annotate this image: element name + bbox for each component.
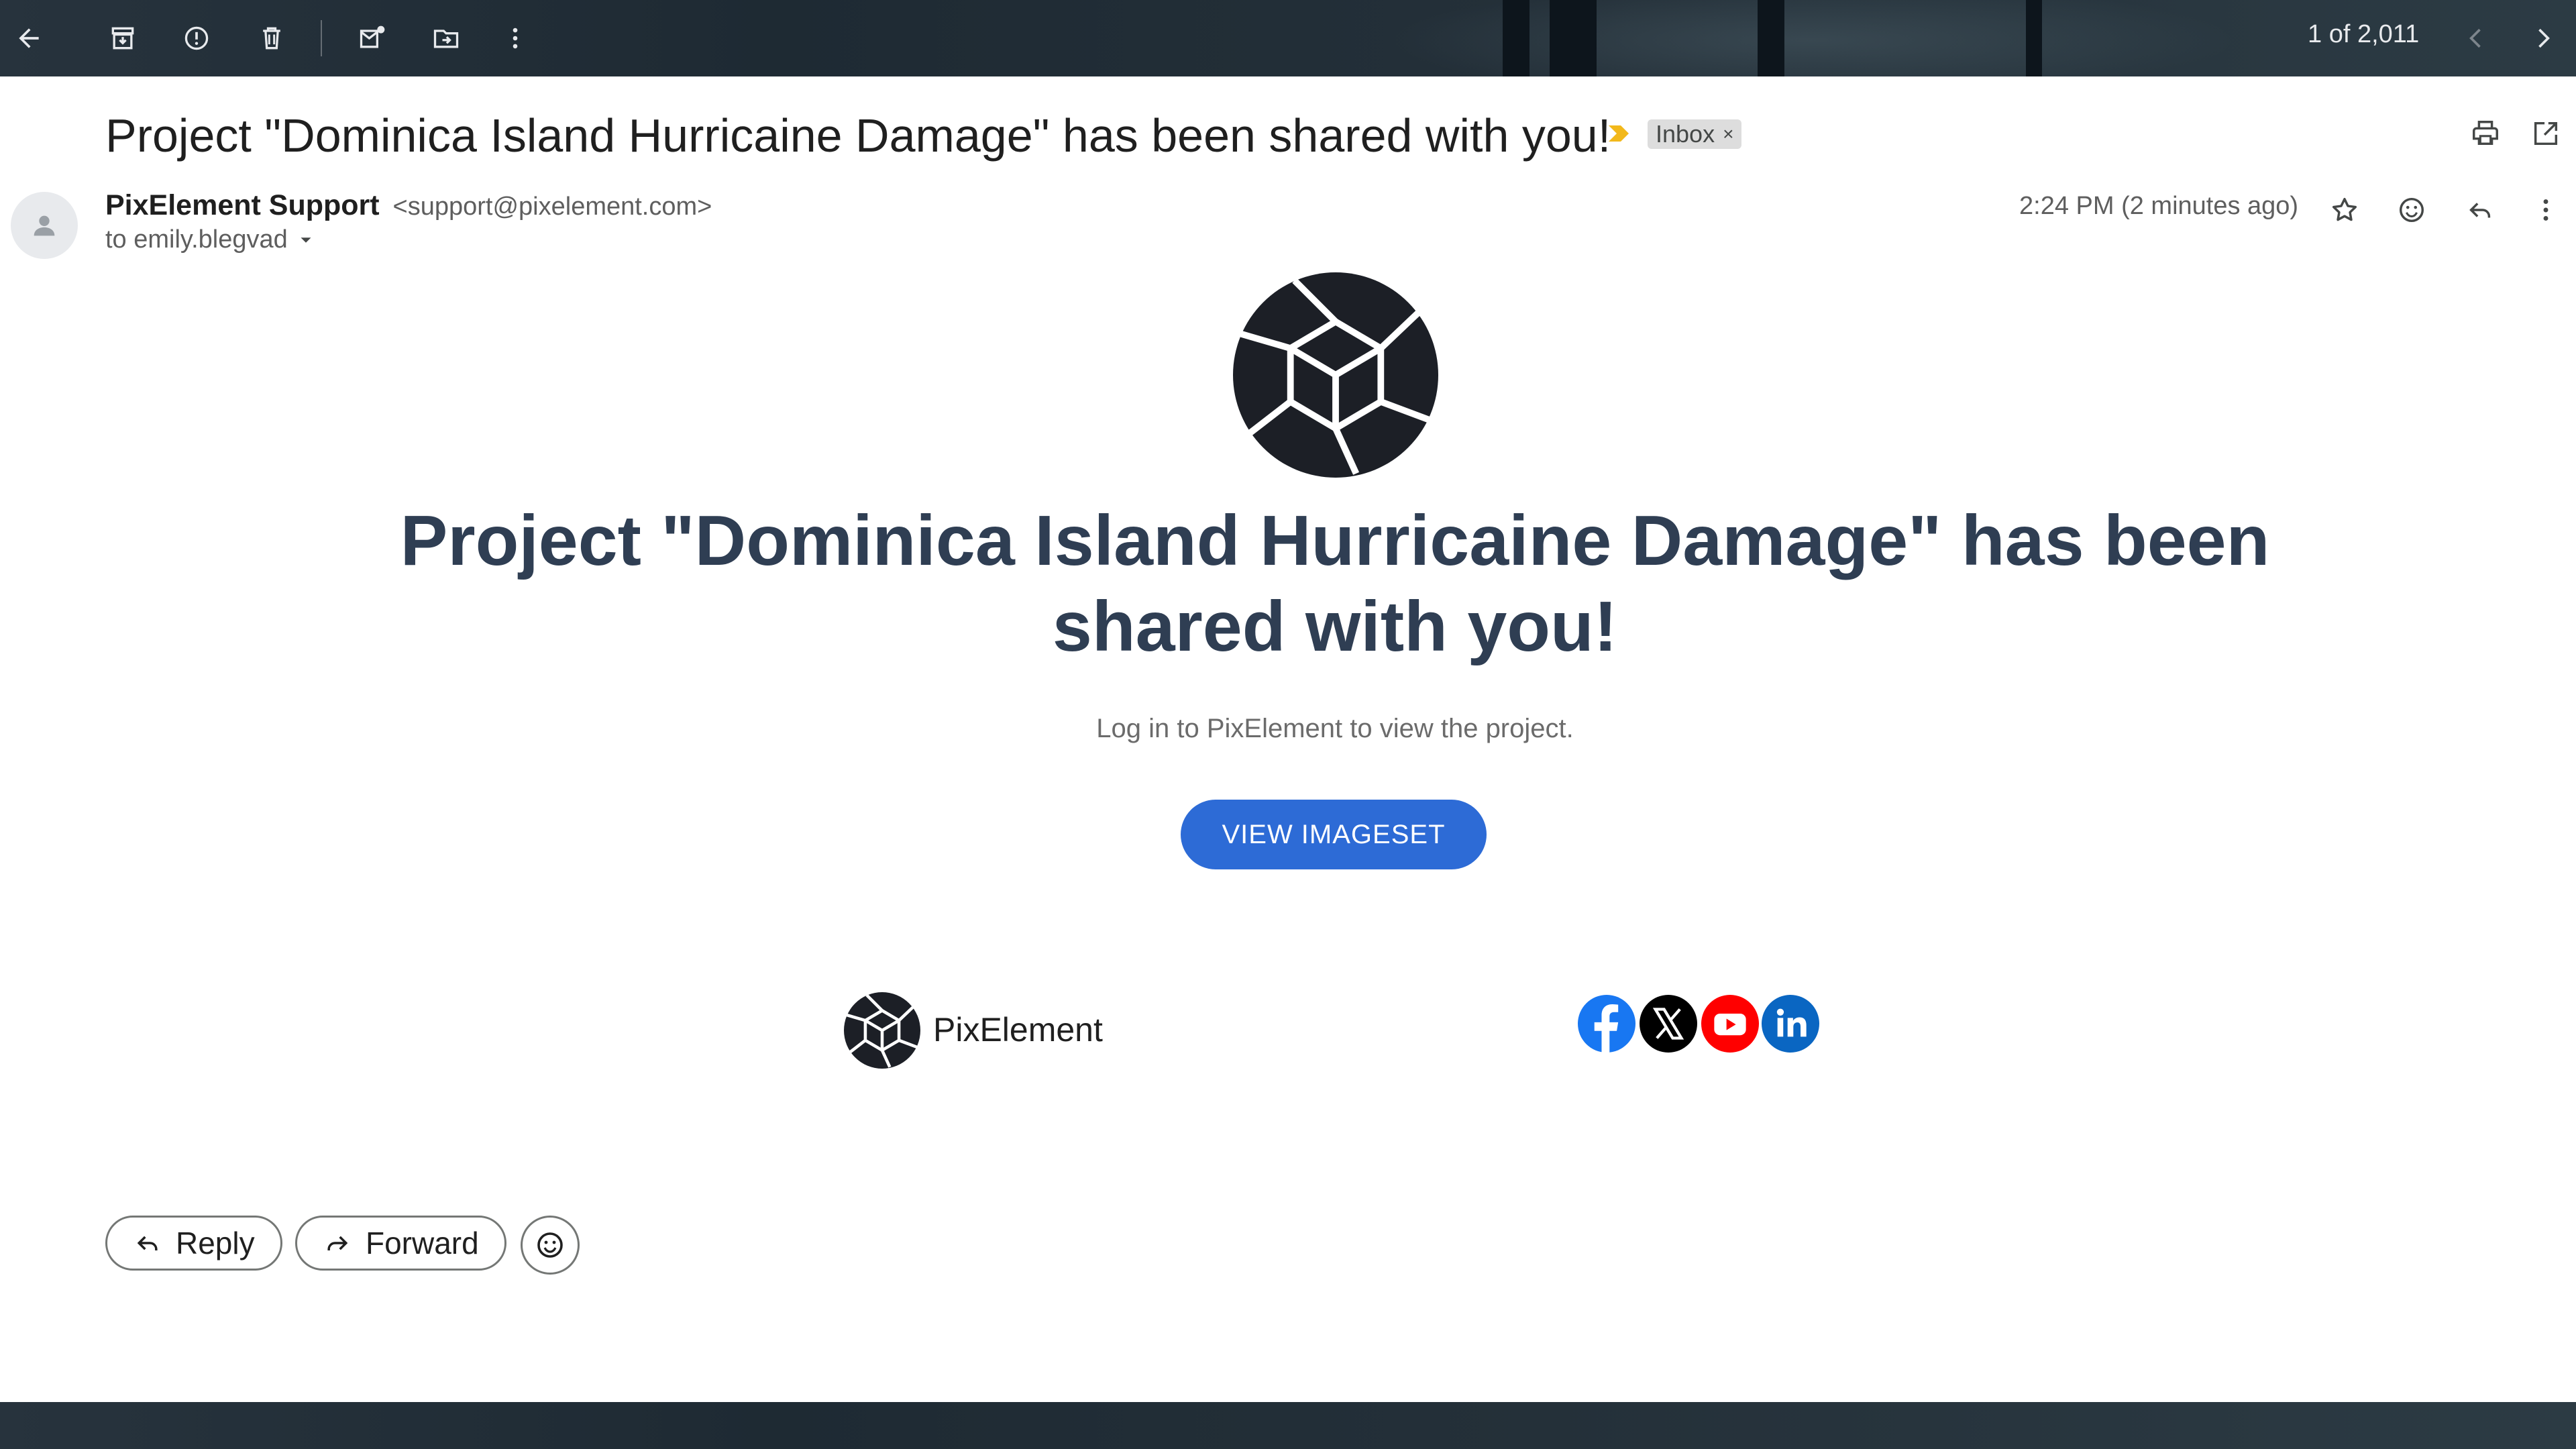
email-subtext: Log in to PixElement to view the project… (1096, 714, 1574, 743)
reply-arrow-icon (137, 1236, 158, 1250)
person-icon (34, 215, 55, 236)
react-emoji-button[interactable] (521, 1216, 580, 1275)
label-text: Inbox (1656, 120, 1715, 148)
delete-icon[interactable] (248, 15, 295, 62)
forward-label: Forward (366, 1226, 479, 1260)
sender-avatar[interactable] (11, 192, 78, 259)
report-spam-icon[interactable] (173, 15, 220, 62)
youtube-icon[interactable] (1701, 995, 1759, 1053)
forward-arrow-icon (327, 1236, 348, 1250)
linkedin-icon[interactable] (1762, 995, 1819, 1053)
reply-label: Reply (176, 1226, 255, 1260)
email-subject: Project "Dominica Island Hurricaine Dama… (105, 109, 1611, 162)
star-icon[interactable] (2321, 186, 2368, 233)
email-view: Project "Dominica Island Hurricaine Dama… (0, 76, 2576, 1402)
more-options-icon[interactable] (2522, 186, 2569, 233)
smiley-icon (537, 1232, 563, 1258)
emoji-reaction-icon[interactable] (2388, 186, 2435, 233)
recipient-text: to emily.blegvad (105, 225, 288, 254)
recipient-details[interactable]: to emily.blegvad (105, 225, 316, 254)
importance-marker-icon[interactable] (1607, 123, 1630, 144)
print-icon[interactable] (2462, 110, 2509, 157)
sender-name[interactable]: PixElement Support (105, 189, 380, 221)
inbox-label-chip: Inbox × (1648, 119, 1742, 149)
sender-line: PixElement Support <support@pixelement.c… (105, 189, 712, 222)
mark-unread-icon[interactable] (349, 15, 396, 62)
more-vert-icon[interactable] (492, 15, 539, 62)
email-timestamp: 2:24 PM (2 minutes ago) (2019, 192, 2299, 220)
back-arrow-icon[interactable] (5, 15, 52, 62)
view-imageset-button[interactable]: VIEW IMAGESET (1181, 800, 1487, 869)
open-in-new-window-icon[interactable] (2522, 110, 2569, 157)
chevron-left-icon[interactable] (2453, 15, 2500, 62)
x-twitter-icon[interactable] (1640, 995, 1697, 1053)
facebook-icon[interactable] (1578, 995, 1635, 1053)
chevron-right-icon[interactable] (2520, 15, 2567, 62)
pagination-count: 1 of 2,011 (2308, 20, 2420, 48)
pixelement-logo-icon (1233, 272, 1438, 478)
archive-icon[interactable] (99, 15, 146, 62)
forward-button[interactable]: Forward (295, 1216, 506, 1271)
footer-brand-name: PixElement (933, 1011, 1103, 1049)
reply-button[interactable]: Reply (105, 1216, 282, 1271)
caret-down-icon (301, 237, 311, 243)
message-toolbar: 1 of 2,011 (0, 0, 2576, 76)
remove-label-icon[interactable]: × (1723, 123, 1733, 145)
pixelement-footer-logo-icon (844, 992, 920, 1069)
reply-icon[interactable] (2457, 186, 2504, 233)
sender-email: <support@pixelement.com> (392, 193, 712, 221)
toolbar-divider (321, 20, 322, 56)
move-to-icon[interactable] (423, 15, 470, 62)
email-headline: Project "Dominica Island Hurricaine Dama… (400, 501, 2270, 666)
